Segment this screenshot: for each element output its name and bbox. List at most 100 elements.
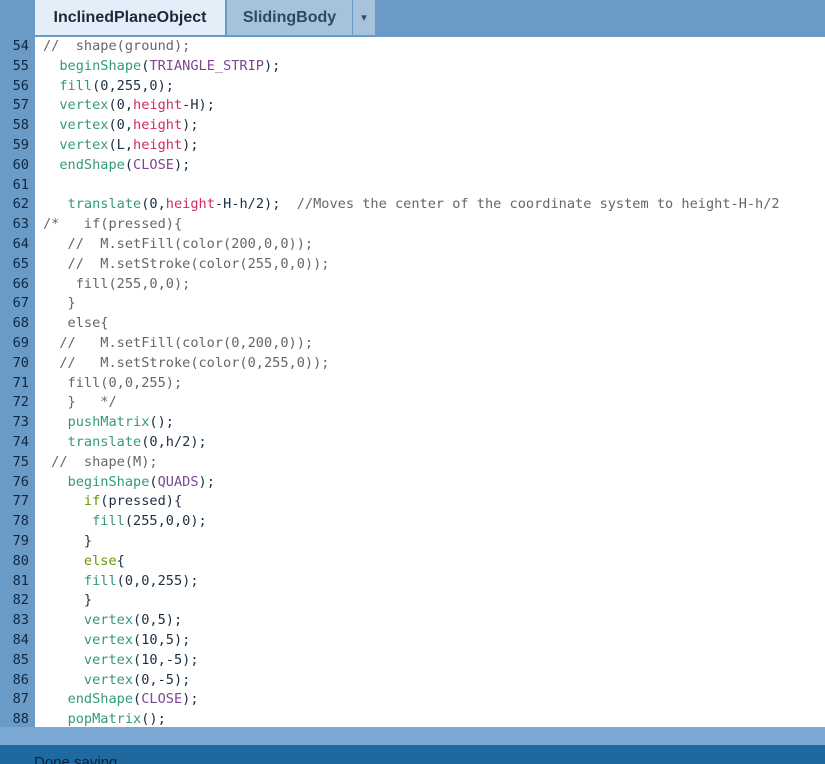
- code-line: 77 if(pressed){: [0, 492, 825, 512]
- code-token: (pressed){: [100, 493, 183, 510]
- line-number: 78: [12, 513, 29, 530]
- code-token: popMatrix: [67, 711, 142, 727]
- line-code: fill(0,0,255);: [43, 374, 183, 394]
- line-number: 84: [12, 632, 29, 648]
- code-token: // M.setStroke(color(0,255,0));: [43, 354, 330, 371]
- line-number: 72: [12, 394, 29, 411]
- code-token: vertex: [59, 137, 109, 153]
- line-code: vertex(L,height);: [43, 136, 199, 156]
- line-number: 73: [12, 414, 29, 431]
- code-token: );: [182, 117, 199, 134]
- code-line: 81 fill(0,0,255);: [0, 572, 825, 592]
- code-token: CLOSE: [133, 156, 174, 173]
- code-token: (255,0,0);: [124, 513, 207, 530]
- code-token: endShape: [59, 156, 125, 173]
- code-line: 58 vertex(0,height);: [0, 116, 825, 136]
- line-number: 58: [12, 117, 29, 134]
- code-token: // shape(ground);: [43, 38, 191, 54]
- line-number: 79: [12, 533, 29, 549]
- tab-slidingbody[interactable]: SlidingBody: [227, 0, 352, 35]
- line-number: 69: [12, 335, 29, 351]
- code-token: );: [263, 57, 281, 74]
- line-code: translate(0,height-H-h/2); //Moves the c…: [43, 195, 780, 215]
- code-token: else: [83, 552, 117, 569]
- line-code: else{: [43, 552, 125, 572]
- line-number: 64: [12, 236, 29, 252]
- line-code: vertex(0,height);: [43, 116, 199, 136]
- code-token: height: [133, 97, 183, 114]
- line-number: 56: [12, 77, 29, 94]
- tab-inclinedplaneobject[interactable]: InclinedPlaneObject: [35, 0, 225, 35]
- code-token: );: [198, 473, 215, 490]
- code-token: -H-h/2);: [214, 196, 297, 213]
- status-message: Done saving.: [34, 754, 122, 764]
- code-line: 54 // shape(ground);: [0, 37, 825, 57]
- code-line: 78 fill(255,0,0);: [0, 512, 825, 532]
- code-token: (: [133, 691, 142, 708]
- code-token: );: [173, 156, 191, 173]
- line-code: fill(255,0,0);: [43, 275, 191, 295]
- code-token: (: [149, 473, 158, 490]
- code-line: 55 beginShape(TRIANGLE_STRIP);: [0, 57, 825, 77]
- code-token: QUADS: [157, 473, 199, 490]
- code-line: 88 popMatrix();: [0, 710, 825, 727]
- code-token: ();: [141, 711, 166, 727]
- code-token: vertex: [83, 651, 134, 668]
- code-editor[interactable]: 54 // shape(ground); 55 beginShape(TRIANGL…: [0, 37, 825, 727]
- line-code: vertex(0,-5);: [43, 671, 190, 691]
- line-code: translate(0,h/2);: [43, 433, 207, 453]
- code-token: }: [43, 533, 93, 549]
- code-token: beginShape: [67, 473, 150, 490]
- line-code: // shape(ground);: [43, 37, 190, 57]
- line-code: /* if(pressed){: [43, 215, 182, 235]
- line-number: 62: [12, 196, 29, 213]
- editor-bottom-strip: [0, 727, 825, 745]
- line-code: vertex(0,5);: [43, 611, 182, 631]
- code-token: (0,: [108, 117, 134, 134]
- code-line: 84 vertex(10,5);: [0, 631, 825, 651]
- code-line: 71 fill(0,0,255);: [0, 374, 825, 394]
- code-token: (0,-5);: [133, 671, 191, 688]
- code-line: 72 } */: [0, 393, 825, 413]
- line-code: popMatrix();: [43, 710, 166, 727]
- code-line: 80 else{: [0, 552, 825, 572]
- line-code: // M.setStroke(color(255,0,0));: [43, 255, 330, 275]
- line-number: 59: [12, 137, 29, 153]
- code-line: 59 vertex(L,height);: [0, 136, 825, 156]
- line-code: beginShape(QUADS);: [43, 473, 215, 493]
- line-number: 60: [12, 156, 29, 173]
- line-number: 74: [12, 434, 29, 450]
- line-code: } */: [43, 393, 117, 413]
- code-token: (10,-5);: [133, 651, 199, 668]
- line-code: beginShape(TRIANGLE_STRIP);: [43, 57, 280, 77]
- code-line: 56 fill(0,255,0);: [0, 77, 825, 97]
- line-number: 86: [12, 671, 29, 688]
- code-token: endShape: [67, 691, 134, 708]
- code-line: 85 vertex(10,-5);: [0, 651, 825, 671]
- code-token: height: [133, 117, 183, 134]
- code-line: 60 endShape(CLOSE);: [0, 156, 825, 176]
- code-token: ();: [149, 414, 174, 431]
- code-token: vertex: [83, 612, 134, 629]
- line-number: 57: [12, 97, 29, 114]
- code-token: if: [83, 493, 101, 510]
- code-line: 57 vertex(0,height-H);: [0, 96, 825, 116]
- code-line: 87 endShape(CLOSE);: [0, 690, 825, 710]
- code-token: );: [182, 137, 199, 153]
- tab-bar: InclinedPlaneObject SlidingBody ▾: [0, 0, 825, 37]
- code-token: fill(0,0,255);: [43, 374, 183, 391]
- code-line: 73 pushMatrix();: [0, 413, 825, 433]
- line-number: 87: [12, 691, 29, 708]
- line-number: 54: [12, 38, 29, 54]
- tab-menu-dropdown-icon[interactable]: ▾: [353, 0, 375, 35]
- code-line: 62 translate(0,height-H-h/2); //Moves th…: [0, 195, 825, 215]
- line-code: vertex(10,-5);: [43, 651, 199, 671]
- code-token: TRIANGLE_STRIP: [149, 57, 264, 74]
